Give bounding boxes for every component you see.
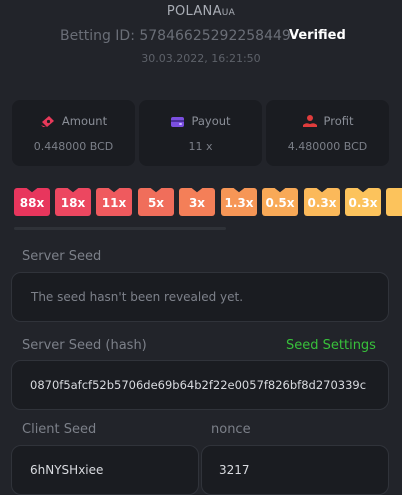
nonce-field[interactable]: 3217 xyxy=(201,445,389,495)
server-seed-hash-label: Server Seed (hash) xyxy=(22,338,147,353)
payout-value: 11 x xyxy=(188,140,213,153)
client-seed-field[interactable]: 6hNYSHxiee xyxy=(11,445,199,495)
money-icon xyxy=(40,116,54,127)
nonce-value: 3217 xyxy=(219,463,250,477)
multiplier-pill: 5x xyxy=(138,188,174,216)
profit-label: Profit xyxy=(323,114,354,128)
amount-value: 0.448000 BCD xyxy=(33,140,114,153)
multiplier-scrollbar[interactable] xyxy=(14,227,226,230)
server-seed-hash-value: 0870f5afcf52b5706de69b64b2f22e0057f826bf… xyxy=(30,378,367,392)
server-seed-field: The seed hasn't been revealed yet. xyxy=(11,272,389,322)
server-seed-hash-field[interactable]: 0870f5afcf52b5706de69b64b2f22e0057f826bf… xyxy=(11,360,389,410)
multiplier-pill: 11x xyxy=(96,188,132,216)
payout-header: Payout xyxy=(139,114,262,128)
client-seed-value: 6hNYSHxiee xyxy=(30,463,104,477)
multiplier-pill: 1.3x xyxy=(221,188,257,216)
multiplier-pill: 18x xyxy=(55,188,91,216)
profit-icon xyxy=(302,115,317,127)
bet-datetime: 30.03.2022, 16:21:50 xyxy=(141,52,261,65)
amount-label: Amount xyxy=(61,114,108,128)
server-seed-value: The seed hasn't been revealed yet. xyxy=(31,290,244,304)
amount-header: Amount xyxy=(12,114,135,128)
seed-settings-link[interactable]: Seed Settings xyxy=(286,338,376,353)
multiplier-pill: 88x xyxy=(14,188,50,216)
multiplier-pill: 0.3x xyxy=(345,188,381,216)
profit-card: Profit 4.480000 BCD xyxy=(266,100,389,166)
client-seed-label: Client Seed xyxy=(22,422,97,437)
username-suffix: UA xyxy=(221,8,236,18)
multiplier-pill-partial xyxy=(386,188,402,216)
profit-value: 4.480000 BCD xyxy=(287,140,368,153)
username-text: POLANA xyxy=(166,4,222,19)
multiplier-pill: 0.5x xyxy=(262,188,298,216)
betting-id: Betting ID: 57846625292258449 xyxy=(60,28,291,44)
verified-badge: Verified xyxy=(289,28,346,43)
nonce-label: nonce xyxy=(211,422,251,437)
bet-id-row: Betting ID: 57846625292258449 Verified xyxy=(0,28,402,46)
wallet-icon xyxy=(171,117,185,127)
amount-card: Amount 0.448000 BCD xyxy=(12,100,135,166)
multiplier-pill: 0.3x xyxy=(304,188,340,216)
multiplier-pill: 3x xyxy=(179,188,215,216)
username: POLANAUA xyxy=(0,4,402,19)
payout-card: Payout 11 x xyxy=(139,100,262,166)
server-seed-label: Server Seed xyxy=(22,249,102,264)
payout-label: Payout xyxy=(191,114,231,128)
profit-header: Profit xyxy=(266,114,389,128)
